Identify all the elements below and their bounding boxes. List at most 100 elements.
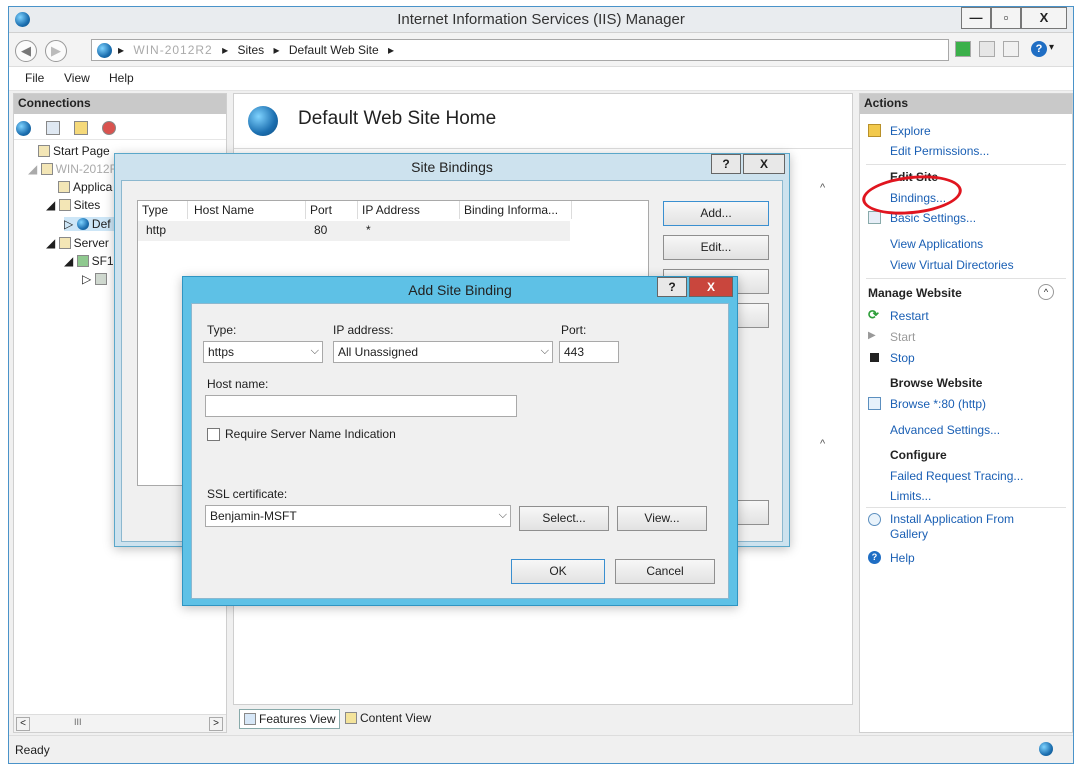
forward-button[interactable]: ▶: [45, 40, 67, 62]
tree-item-app-pools[interactable]: Applica: [58, 180, 112, 194]
action-install-application-gallery[interactable]: Gallery: [890, 527, 928, 541]
back-button[interactable]: ◀: [15, 40, 37, 62]
folder-up-icon[interactable]: [74, 121, 88, 135]
column-type[interactable]: Type: [138, 201, 188, 219]
crumb-separator: ▸: [273, 43, 280, 57]
tree-item-servers[interactable]: ▷: [82, 272, 110, 286]
select-certificate-button[interactable]: Select...: [519, 506, 609, 531]
cell-type: http: [146, 223, 167, 237]
chevron-down-icon: ⌵: [310, 345, 319, 357]
features-view-icon: [244, 713, 256, 725]
tree-item-start-page[interactable]: Start Page: [38, 144, 110, 158]
scroll-right-icon[interactable]: >: [209, 717, 223, 731]
address-bar-row: ◀ ▶ ▸ WIN-2012R2 ▸ Sites ▸ Default Web S…: [9, 33, 1073, 67]
crumb-sites[interactable]: Sites: [237, 43, 264, 57]
crumb-separator: ▸: [222, 43, 229, 57]
menu-help[interactable]: Help: [109, 71, 134, 85]
view-tabs: Features View Content View: [233, 707, 853, 731]
edit-binding-button[interactable]: Edit...: [663, 235, 769, 260]
collapse-group-icon[interactable]: ^: [820, 438, 825, 450]
action-view-applications[interactable]: View Applications: [890, 237, 983, 251]
crumb-server[interactable]: WIN-2012R2: [133, 43, 212, 57]
close-button[interactable]: X: [1021, 7, 1067, 29]
tree-item-sites[interactable]: ◢ Sites: [46, 198, 100, 212]
chevron-down-icon: ⌵: [540, 345, 549, 357]
servers-icon: [94, 273, 107, 285]
refresh-icon[interactable]: [955, 41, 971, 57]
column-port[interactable]: Port: [306, 201, 358, 219]
help-dropdown-icon[interactable]: ▾: [1049, 42, 1054, 53]
tree-label: Def: [91, 217, 111, 231]
tree-item-server-farms[interactable]: ◢ Server: [46, 236, 109, 250]
view-certificate-button[interactable]: View...: [617, 506, 707, 531]
status-text: Ready: [15, 743, 50, 757]
window-title: Internet Information Services (IIS) Mana…: [397, 11, 685, 28]
connections-toolbar: [14, 116, 226, 140]
host-name-input[interactable]: [205, 395, 517, 417]
action-failed-request-tracing[interactable]: Failed Request Tracing...: [890, 469, 1023, 483]
action-advanced-settings[interactable]: Advanced Settings...: [890, 423, 1000, 437]
action-browse-80[interactable]: Browse *:80 (http): [890, 397, 986, 411]
horizontal-scrollbar[interactable]: < III >: [14, 714, 226, 732]
tree-item-server[interactable]: ◢ WIN-2012R2: [28, 162, 125, 176]
action-restart[interactable]: Restart: [890, 309, 929, 323]
connections-header: Connections: [14, 94, 226, 114]
delete-connection-icon[interactable]: [102, 121, 116, 135]
save-icon[interactable]: [46, 121, 60, 135]
help-icon[interactable]: ?: [1031, 41, 1047, 57]
address-bar[interactable]: ▸ WIN-2012R2 ▸ Sites ▸ Default Web Site …: [91, 39, 949, 61]
dialog-close-button[interactable]: X: [743, 154, 785, 174]
ip-address-select[interactable]: All Unassigned ⌵: [333, 341, 553, 363]
collapse-group-icon[interactable]: ^: [820, 182, 825, 194]
divider: [866, 164, 1066, 165]
type-select[interactable]: https ⌵: [203, 341, 323, 363]
collapse-section-icon[interactable]: ^: [1038, 284, 1054, 300]
add-binding-button[interactable]: Add...: [663, 201, 769, 226]
table-row[interactable]: [138, 221, 570, 241]
crumb-default-web-site[interactable]: Default Web Site: [289, 43, 379, 57]
tree-item-sf1[interactable]: ◢ SF1: [64, 254, 114, 268]
action-help[interactable]: Help: [890, 551, 915, 565]
column-binding-info[interactable]: Binding Informa...: [460, 201, 572, 219]
tree-label: Server: [73, 236, 109, 250]
cell-port: 80: [314, 223, 328, 237]
stop-icon[interactable]: [979, 41, 995, 57]
action-explore[interactable]: Explore: [890, 124, 931, 138]
menu-view[interactable]: View: [64, 71, 90, 85]
maximize-button[interactable]: ▫: [991, 7, 1021, 29]
minimize-button[interactable]: —: [961, 7, 991, 29]
action-stop[interactable]: Stop: [890, 351, 915, 365]
scroll-thumb-grip[interactable]: III: [74, 717, 82, 727]
menu-file[interactable]: File: [25, 71, 44, 85]
dialog-help-button[interactable]: ?: [711, 154, 741, 174]
divider: [866, 278, 1066, 279]
action-edit-permissions[interactable]: Edit Permissions...: [890, 144, 989, 158]
tree-label: Start Page: [53, 144, 110, 158]
globe-icon: [97, 43, 112, 58]
action-limits[interactable]: Limits...: [890, 489, 931, 503]
app-pools-icon: [58, 181, 70, 193]
action-install-application[interactable]: Install Application From: [890, 512, 1014, 526]
ssl-certificate-select[interactable]: Benjamin-MSFT ⌵: [205, 505, 511, 527]
action-start[interactable]: Start: [890, 330, 915, 344]
tab-content-view[interactable]: Content View: [341, 709, 435, 729]
tab-features-view[interactable]: Features View: [239, 709, 341, 729]
website-home-icon: [248, 106, 278, 136]
title-bar: Internet Information Services (IIS) Mana…: [9, 7, 1073, 33]
section-manage-website: Manage Website: [868, 286, 962, 300]
dialog-close-button[interactable]: X: [689, 277, 733, 297]
port-input[interactable]: 443: [559, 341, 619, 363]
divider: [866, 507, 1066, 508]
cancel-button[interactable]: Cancel: [615, 559, 715, 584]
dialog-help-button[interactable]: ?: [657, 277, 687, 297]
connect-icon[interactable]: [16, 121, 31, 136]
scroll-left-icon[interactable]: <: [16, 717, 30, 731]
tree-item-default-web-site[interactable]: ▷ Def: [64, 217, 115, 231]
column-host-name[interactable]: Host Name: [190, 201, 306, 219]
dialog-title: Add Site Binding: [408, 282, 512, 298]
home-icon[interactable]: [1003, 41, 1019, 57]
column-ip-address[interactable]: IP Address: [358, 201, 460, 219]
ok-button[interactable]: OK: [511, 559, 605, 584]
action-view-virtual-directories[interactable]: View Virtual Directories: [890, 258, 1014, 272]
sni-checkbox[interactable]: [207, 428, 220, 441]
